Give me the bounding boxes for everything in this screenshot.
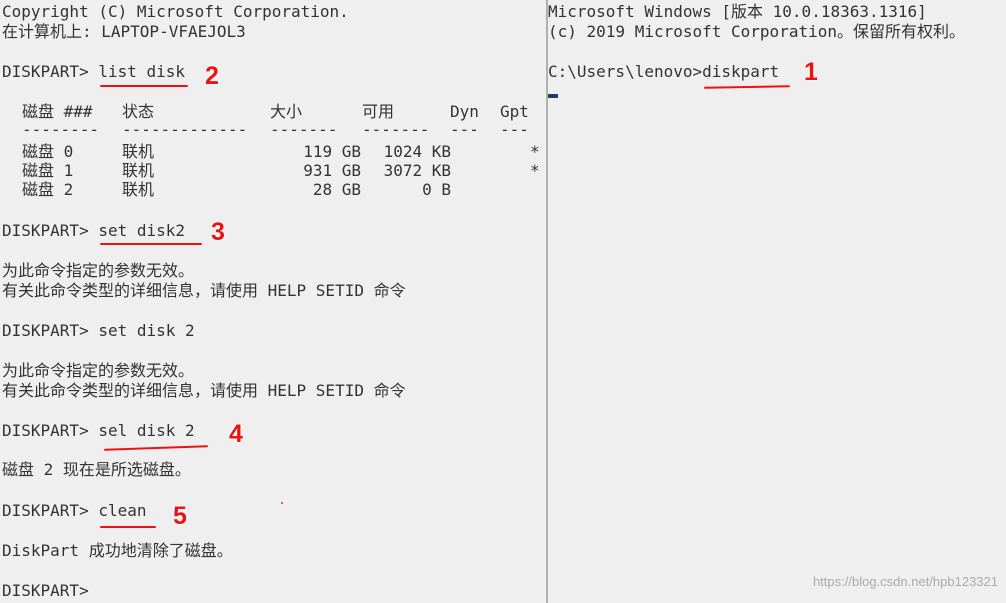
annotation-number: 1 <box>804 58 818 86</box>
col-gpt-header: Gpt <box>500 102 529 121</box>
version-line: Microsoft Windows [版本 10.0.18363.1316] <box>548 2 927 21</box>
disk-status: 联机 <box>122 142 155 161</box>
table-separator: --- <box>450 120 479 139</box>
annotation-underline <box>100 526 156 528</box>
annotation-number: 3 <box>211 218 225 246</box>
annotation-number: 2 <box>205 62 219 90</box>
computer-line: 在计算机上: LAPTOP-VFAEJOL3 <box>2 22 246 41</box>
cmd-set-disk2: DISKPART> set disk2 <box>2 221 186 240</box>
cmd-clean: DISKPART> clean <box>2 501 147 520</box>
disk-size: 119 GB <box>303 142 361 161</box>
error-line: 为此命令指定的参数无效。 <box>2 361 195 380</box>
table-separator: -------- <box>22 120 100 139</box>
table-separator: ------- <box>270 120 338 139</box>
disk-id: 磁盘 1 <box>22 161 74 180</box>
annotation-underline <box>703 85 791 89</box>
disk-free: 1024 KB <box>383 142 451 161</box>
col-disk-header: 磁盘 ### <box>22 102 93 121</box>
annotation-underline <box>100 85 188 87</box>
cmd-sel-disk-2: DISKPART> sel disk 2 <box>2 421 195 440</box>
disk-free: 3072 KB <box>383 161 451 180</box>
table-separator: ------- <box>362 120 430 139</box>
col-size-header: 大小 <box>270 102 303 121</box>
watermark: https://blog.csdn.net/hpb123321 <box>812 574 998 589</box>
table-separator: ------------- <box>122 120 248 139</box>
disk-free: 0 B <box>422 180 451 199</box>
cmd-list-disk: DISKPART> list disk <box>2 62 186 81</box>
disk-id: 磁盘 0 <box>22 142 74 161</box>
annotation-number: 4 <box>229 420 243 448</box>
col-free-header: 可用 <box>362 102 395 121</box>
table-separator: --- <box>500 120 529 139</box>
right-console-pane[interactable]: Microsoft Windows [版本 10.0.18363.1316] (… <box>548 0 1006 603</box>
disk-size: 931 GB <box>303 161 361 180</box>
annotation-underline <box>100 243 202 245</box>
error-line: 为此命令指定的参数无效。 <box>2 261 195 280</box>
disk-size: 28 GB <box>312 180 361 199</box>
col-status-header: 状态 <box>122 102 155 121</box>
copyright-line: Copyright (C) Microsoft Corporation. <box>2 2 349 21</box>
annotation-number: 5 <box>173 502 187 530</box>
annotation-dot <box>281 502 283 504</box>
error-help-line: 有关此命令类型的详细信息，请使用 HELP SETID 命令 <box>2 281 406 300</box>
clean-result-line: DiskPart 成功地清除了磁盘。 <box>2 541 233 560</box>
sel-result-line: 磁盘 2 现在是所选磁盘。 <box>2 460 191 479</box>
prompt-line[interactable]: DISKPART> <box>2 581 89 601</box>
disk-gpt: * <box>530 161 540 180</box>
cmd-set-disk-2: DISKPART> set disk 2 <box>2 321 195 340</box>
left-console-pane[interactable]: Copyright (C) Microsoft Corporation. 在计算… <box>0 0 546 603</box>
disk-status: 联机 <box>122 161 155 180</box>
error-help-line: 有关此命令类型的详细信息，请使用 HELP SETID 命令 <box>2 381 406 400</box>
disk-id: 磁盘 2 <box>22 180 74 199</box>
cmd-diskpart: C:\Users\lenovo>diskpart <box>548 62 780 81</box>
disk-status: 联机 <box>122 180 155 199</box>
annotation-underline <box>103 445 209 451</box>
text-cursor <box>548 94 558 98</box>
copyright-line: (c) 2019 Microsoft Corporation。保留所有权利。 <box>548 22 965 41</box>
disk-gpt: * <box>530 142 540 161</box>
col-dyn-header: Dyn <box>450 102 479 121</box>
